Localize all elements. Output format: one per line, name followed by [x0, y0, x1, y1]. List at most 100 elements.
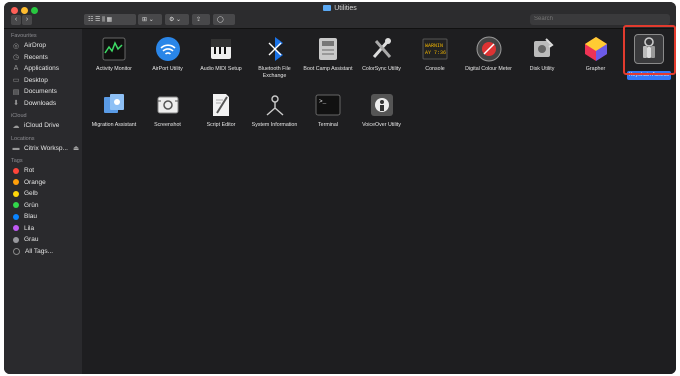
app-item-bluetooth-file-exchange[interactable]: Bluetooth File Exchange [247, 35, 303, 80]
app-label: Bluetooth File Exchange [258, 66, 291, 79]
back-button[interactable]: ‹ [11, 15, 21, 25]
share-button[interactable]: ⇪ [192, 14, 210, 25]
tag-color-dot [13, 167, 19, 174]
clock-icon: ◷ [12, 54, 20, 62]
app-item-console[interactable]: WARNIN AY 7:36 Console [407, 35, 463, 73]
boot-camp-icon[interactable] [314, 35, 342, 63]
app-item-system-information[interactable]: System Information [247, 91, 303, 129]
desktop-icon: ▭ [12, 77, 20, 85]
sidebar-item-applications[interactable]: A Applications [4, 63, 82, 75]
audio-midi-icon[interactable] [207, 35, 235, 63]
tag-color-dot [13, 236, 19, 243]
bluetooth-icon[interactable] [261, 35, 289, 63]
sidebar-tag-label: Rot [24, 167, 35, 175]
eject-icon[interactable]: ⏏ [73, 144, 79, 152]
sidebar-item-documents[interactable]: ▤ Documents [4, 86, 82, 98]
tag-icon: ◯ [217, 17, 224, 23]
sidebar-item-icloud-drive[interactable]: ☁ iCloud Drive [4, 120, 82, 132]
svg-text:WARNIN: WARNIN [425, 43, 443, 49]
tag-color-dot [13, 179, 19, 186]
sidebar-item-recents[interactable]: ◷ Recents [4, 52, 82, 64]
console-icon[interactable]: WARNIN AY 7:36 [421, 35, 449, 63]
app-label: System Information [251, 122, 298, 128]
finder-window: Utilities ‹ › ☷ ☰ ⫼ ▦ ⊞ ⌄ ⚙ ⌄ ⇪ ◯ Favour… [4, 2, 676, 374]
sidebar: Favourites ◎ AirDrop ◷ Recents A Applications ▭… [4, 29, 82, 374]
sidebar-item-all-tags[interactable]: All Tags... [4, 246, 82, 258]
sidebar-tag-grün[interactable]: Grün [4, 200, 82, 212]
sidebar-tag-label: Grün [24, 201, 39, 209]
app-label: Terminal [317, 122, 338, 128]
screenshot-icon[interactable] [154, 91, 182, 119]
sidebar-tag-lila[interactable]: Lila [4, 223, 82, 235]
app-item-activity-monitor[interactable]: Activity Monitor [86, 35, 142, 73]
terminal-icon[interactable]: >_ [314, 91, 342, 119]
view-mode-group[interactable]: ☷ ☰ ⫼ ▦ [84, 14, 136, 25]
view-mode-icons[interactable]: ☷ ☰ ⫼ ▦ [88, 16, 112, 24]
sidebar-heading: iCloud [11, 113, 27, 119]
app-item-grapher[interactable]: Grapher [568, 35, 624, 73]
colorsync-icon[interactable] [368, 35, 396, 63]
airport-utility-icon[interactable] [154, 35, 182, 63]
sidebar-tag-label: Orange [24, 178, 46, 186]
app-item-disk-utility[interactable]: Disk Utility [514, 35, 570, 73]
app-item-voiceover-utility[interactable]: VoiceOver Utility [354, 91, 410, 129]
svg-text:AY 7:36: AY 7:36 [425, 50, 446, 56]
forward-button[interactable]: › [22, 15, 32, 25]
arrange-icon: ⊞ ⌄ [142, 17, 154, 23]
migration-icon[interactable] [100, 91, 128, 119]
app-item-boot-camp-assistant[interactable]: Boot Camp Assistant [300, 35, 356, 73]
system-info-icon[interactable] [261, 91, 289, 119]
app-item-audio-midi-setup[interactable]: Audio MIDI Setup [193, 35, 249, 73]
sidebar-item-desktop[interactable]: ▭ Desktop [4, 75, 82, 87]
app-item-digital-colour-meter[interactable]: Digital Colour Meter [461, 35, 517, 73]
sidebar-tag-grau[interactable]: Grau [4, 234, 82, 246]
sidebar-item-label: Downloads [24, 99, 57, 107]
keychain-icon[interactable] [634, 34, 664, 64]
sidebar-item-citrix-worksp[interactable]: ▬ Citrix Worksp... ⏏ [4, 143, 82, 155]
sidebar-tag-gelb[interactable]: Gelb [4, 188, 82, 200]
tag-button[interactable]: ◯ [213, 14, 235, 25]
app-item-migration-assistant[interactable]: Migration Assistant [86, 91, 142, 129]
sidebar-item-downloads[interactable]: ⬇ Downloads [4, 98, 82, 110]
cloud-icon: ☁ [12, 122, 20, 130]
app-item-script-editor[interactable]: Script Editor [193, 91, 249, 129]
activity-monitor-icon[interactable] [100, 35, 128, 63]
app-label: Grapher [585, 66, 606, 72]
sidebar-item-label: Recents [24, 53, 48, 61]
window-title-text: Utilities [334, 5, 357, 12]
app-label: VoiceOver Utility [362, 122, 401, 128]
file-grid: Activity Monitor AirPort Utility Audio MID… [82, 29, 676, 374]
app-label: Disk Utility [529, 66, 555, 72]
folder-icon [323, 5, 332, 11]
sidebar-item-airdrop[interactable]: ◎ AirDrop [4, 40, 82, 52]
app-item-terminal[interactable]: >_ Terminal [300, 91, 356, 129]
app-label: Script Editor [206, 122, 236, 128]
sidebar-tag-label: Blau [24, 213, 38, 221]
voiceover-icon[interactable] [368, 91, 396, 119]
app-item-airport-utility[interactable]: AirPort Utility [140, 35, 196, 73]
sidebar-tag-label: Lila [24, 224, 35, 232]
app-item-keychain-access[interactable]: Keychain Access [621, 34, 676, 81]
action-button[interactable]: ⚙ ⌄ [165, 14, 189, 25]
sidebar-tag-blau[interactable]: Blau [4, 211, 82, 223]
app-item-screenshot[interactable]: Screenshot [140, 91, 196, 129]
app-label: AirPort Utility [152, 66, 183, 72]
title-bar: Utilities ‹ › ☷ ☰ ⫼ ▦ ⊞ ⌄ ⚙ ⌄ ⇪ ◯ [4, 2, 676, 29]
share-icon: ⇪ [196, 17, 202, 23]
app-label: Keychain Access [626, 71, 672, 80]
download-icon: ⬇ [13, 100, 19, 108]
disk-utility-icon[interactable] [528, 35, 556, 63]
arrange-button[interactable]: ⊞ ⌄ [138, 14, 162, 25]
app-label: Boot Camp Assistant [303, 66, 353, 72]
colour-meter-icon[interactable] [475, 35, 503, 63]
sidebar-tag-label: Grau [24, 236, 39, 244]
sidebar-item-label: All Tags... [25, 247, 54, 255]
sidebar-tag-orange[interactable]: Orange [4, 177, 82, 189]
applications-icon: A [13, 65, 19, 73]
app-item-colorsync-utility[interactable]: ColorSync Utility [354, 35, 410, 73]
search-input[interactable] [530, 14, 670, 25]
grapher-icon[interactable] [582, 35, 610, 63]
script-editor-icon[interactable] [207, 91, 235, 119]
svg-text:>_: >_ [319, 98, 327, 105]
sidebar-tag-rot[interactable]: Rot [4, 165, 82, 177]
